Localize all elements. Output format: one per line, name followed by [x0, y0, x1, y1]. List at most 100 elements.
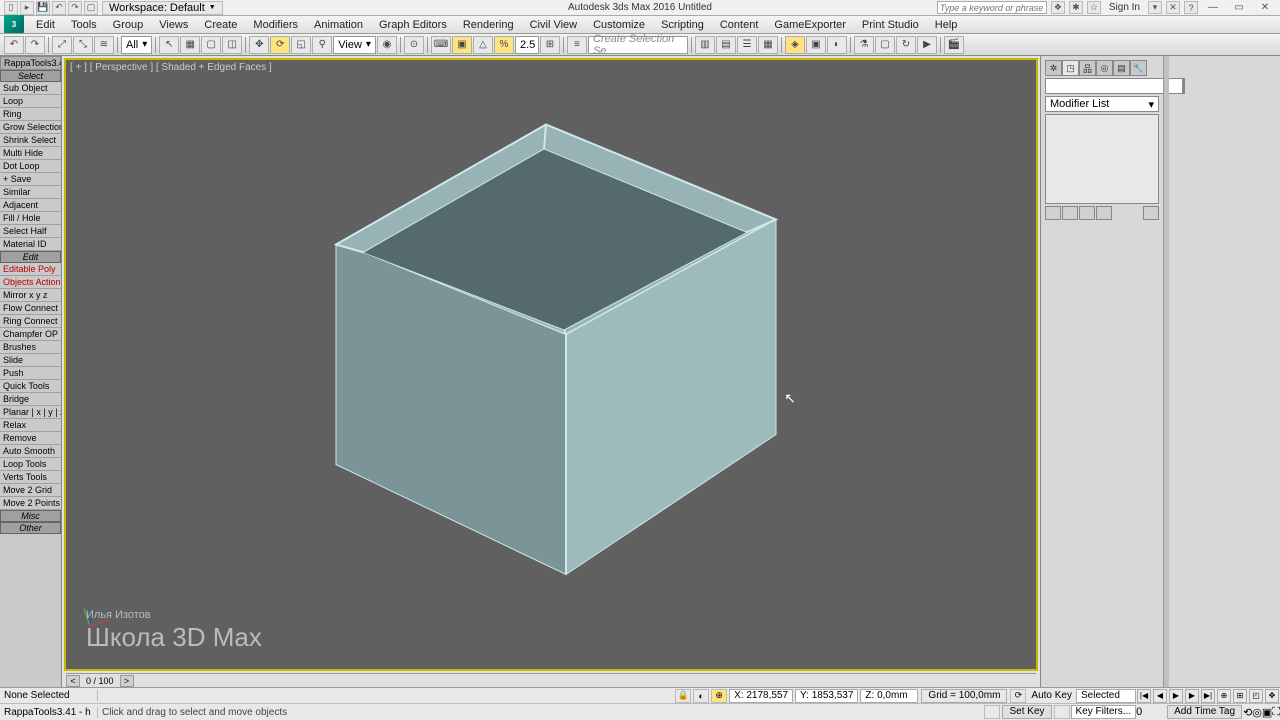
- x-coord[interactable]: X: 2178,557: [729, 689, 793, 703]
- snaps-toggle-button[interactable]: ▣: [452, 36, 472, 54]
- menu-civilview[interactable]: Civil View: [522, 19, 585, 31]
- key-icon[interactable]: [1054, 705, 1070, 719]
- nav-maximize-button[interactable]: ⛶: [1272, 706, 1280, 719]
- next-frame-button[interactable]: ▶: [1185, 689, 1199, 703]
- curve-editor-button[interactable]: ◈: [785, 36, 805, 54]
- exchange-apps-icon[interactable]: ✕: [1166, 1, 1180, 14]
- btn-adjacent[interactable]: Adjacent: [0, 199, 61, 212]
- comm-icon[interactable]: [984, 705, 1000, 719]
- play-button[interactable]: ▶: [1169, 689, 1183, 703]
- btn-looptools[interactable]: Loop Tools: [0, 458, 61, 471]
- layers-button[interactable]: ☰: [737, 36, 757, 54]
- btn-shrinkselect[interactable]: Shrink Select: [0, 134, 61, 147]
- undo-icon[interactable]: ↶: [52, 1, 66, 15]
- material-editor-button[interactable]: ◐: [827, 36, 847, 54]
- scale-button[interactable]: ◱: [291, 36, 311, 54]
- btn-remove[interactable]: Remove: [0, 432, 61, 445]
- named-sel-button[interactable]: ≡: [567, 36, 587, 54]
- btn-push[interactable]: Push: [0, 367, 61, 380]
- nav-fov-button[interactable]: ◰: [1249, 689, 1263, 703]
- project-icon[interactable]: ▢: [84, 1, 98, 15]
- btn-growselection[interactable]: Grow Selection: [0, 121, 61, 134]
- tab-utilities[interactable]: 🔧: [1130, 60, 1147, 76]
- btn-editablepoly[interactable]: Editable Poly: [0, 263, 61, 276]
- nav-pan-button[interactable]: ✥: [1265, 689, 1279, 703]
- link-button[interactable]: ⤢: [52, 36, 72, 54]
- window-crossing-button[interactable]: ◫: [222, 36, 242, 54]
- spinner-snap[interactable]: 2.5: [515, 36, 539, 54]
- btn-bridge[interactable]: Bridge: [0, 393, 61, 406]
- modifier-list-dropdown[interactable]: Modifier List ▾: [1045, 96, 1159, 112]
- open-icon[interactable]: ▸: [20, 1, 34, 15]
- placement-button[interactable]: ⚲: [312, 36, 332, 54]
- app-logo[interactable]: 3: [4, 15, 24, 33]
- select-name-button[interactable]: ▦: [180, 36, 200, 54]
- btn-materialid[interactable]: Material ID: [0, 238, 61, 251]
- redo-icon[interactable]: ↷: [68, 1, 82, 15]
- menu-gameexporter[interactable]: GameExporter: [766, 19, 854, 31]
- z-coord[interactable]: Z: 0,0mm: [860, 689, 918, 703]
- menu-content[interactable]: Content: [712, 19, 767, 31]
- exchange-icon[interactable]: ✱: [1069, 1, 1083, 14]
- show-result-button[interactable]: [1062, 206, 1078, 220]
- goto-start-button[interactable]: |◀: [1137, 689, 1151, 703]
- btn-loop[interactable]: Loop: [0, 95, 61, 108]
- nav-orbit-button[interactable]: ⟲: [1243, 706, 1252, 719]
- lock-icon[interactable]: 🔒: [675, 689, 691, 703]
- keyboard-shortcut-button[interactable]: ⌨: [431, 36, 451, 54]
- btn-mirror[interactable]: Mirror x y z: [0, 289, 61, 302]
- rendered-frame-button[interactable]: ▢: [875, 36, 895, 54]
- btn-vertstools[interactable]: Verts Tools: [0, 471, 61, 484]
- pivot-button[interactable]: ◉: [377, 36, 397, 54]
- close-button[interactable]: ✕: [1254, 1, 1276, 14]
- btn-similar[interactable]: Similar: [0, 186, 61, 199]
- select-button[interactable]: ↖: [159, 36, 179, 54]
- keymode-dropdown[interactable]: Selected: [1076, 689, 1136, 703]
- current-frame[interactable]: 0: [1136, 706, 1166, 718]
- btn-ring[interactable]: Ring: [0, 108, 61, 121]
- btn-flowconnect[interactable]: Flow Connect: [0, 302, 61, 315]
- btn-subobject[interactable]: Sub Object: [0, 82, 61, 95]
- btn-quicktools[interactable]: Quick Tools: [0, 380, 61, 393]
- menu-rendering[interactable]: Rendering: [455, 19, 522, 31]
- maximize-button[interactable]: ▭: [1228, 1, 1250, 14]
- section-edit[interactable]: Edit: [0, 251, 61, 263]
- menu-edit[interactable]: Edit: [28, 19, 63, 31]
- search-input[interactable]: [937, 1, 1047, 14]
- goto-end-button[interactable]: ▶|: [1201, 689, 1215, 703]
- tab-hierarchy[interactable]: 品: [1079, 60, 1096, 76]
- slider-next-button[interactable]: >: [120, 675, 134, 687]
- panel-scrollbar[interactable]: [1163, 56, 1169, 687]
- edge-constraints-button[interactable]: ⊞: [540, 36, 560, 54]
- render-button[interactable]: 🎬: [944, 36, 964, 54]
- btn-slide[interactable]: Slide: [0, 354, 61, 367]
- chevron-down-icon[interactable]: ▾: [1148, 1, 1162, 14]
- section-misc[interactable]: Misc: [0, 510, 61, 522]
- menu-create[interactable]: Create: [196, 19, 245, 31]
- y-coord[interactable]: Y: 1853,537: [795, 689, 858, 703]
- animate-icon[interactable]: ⟳: [1010, 689, 1026, 703]
- btn-save[interactable]: + Save: [0, 173, 61, 186]
- align-button[interactable]: ▤: [716, 36, 736, 54]
- btn-move2grid[interactable]: Move 2 Grid: [0, 484, 61, 497]
- mirror-button[interactable]: ▥: [695, 36, 715, 54]
- autokey-button[interactable]: Auto Key: [1027, 690, 1076, 701]
- btn-autosmooth[interactable]: Auto Smooth: [0, 445, 61, 458]
- section-other[interactable]: Other: [0, 522, 61, 534]
- menu-tools[interactable]: Tools: [63, 19, 105, 31]
- menu-help[interactable]: Help: [927, 19, 966, 31]
- rotate-button[interactable]: ⟳: [270, 36, 290, 54]
- render-production-button[interactable]: ▶: [917, 36, 937, 54]
- menu-printstudio[interactable]: Print Studio: [854, 19, 927, 31]
- favorites-icon[interactable]: ☆: [1087, 1, 1101, 14]
- setkey-button[interactable]: Set Key: [1002, 705, 1051, 719]
- time-slider[interactable]: < 0 / 100 >: [66, 673, 1036, 687]
- select-region-button[interactable]: ▢: [201, 36, 221, 54]
- menu-customize[interactable]: Customize: [585, 19, 653, 31]
- btn-planar[interactable]: Planar | x | y | z: [0, 406, 61, 419]
- nav-zoomall-button[interactable]: ⊞: [1233, 689, 1247, 703]
- ribbon-button[interactable]: ▦: [758, 36, 778, 54]
- bind-button[interactable]: ≋: [94, 36, 114, 54]
- btn-ringconnect[interactable]: Ring Connect: [0, 315, 61, 328]
- btn-move2points[interactable]: Move 2 Points: [0, 497, 61, 510]
